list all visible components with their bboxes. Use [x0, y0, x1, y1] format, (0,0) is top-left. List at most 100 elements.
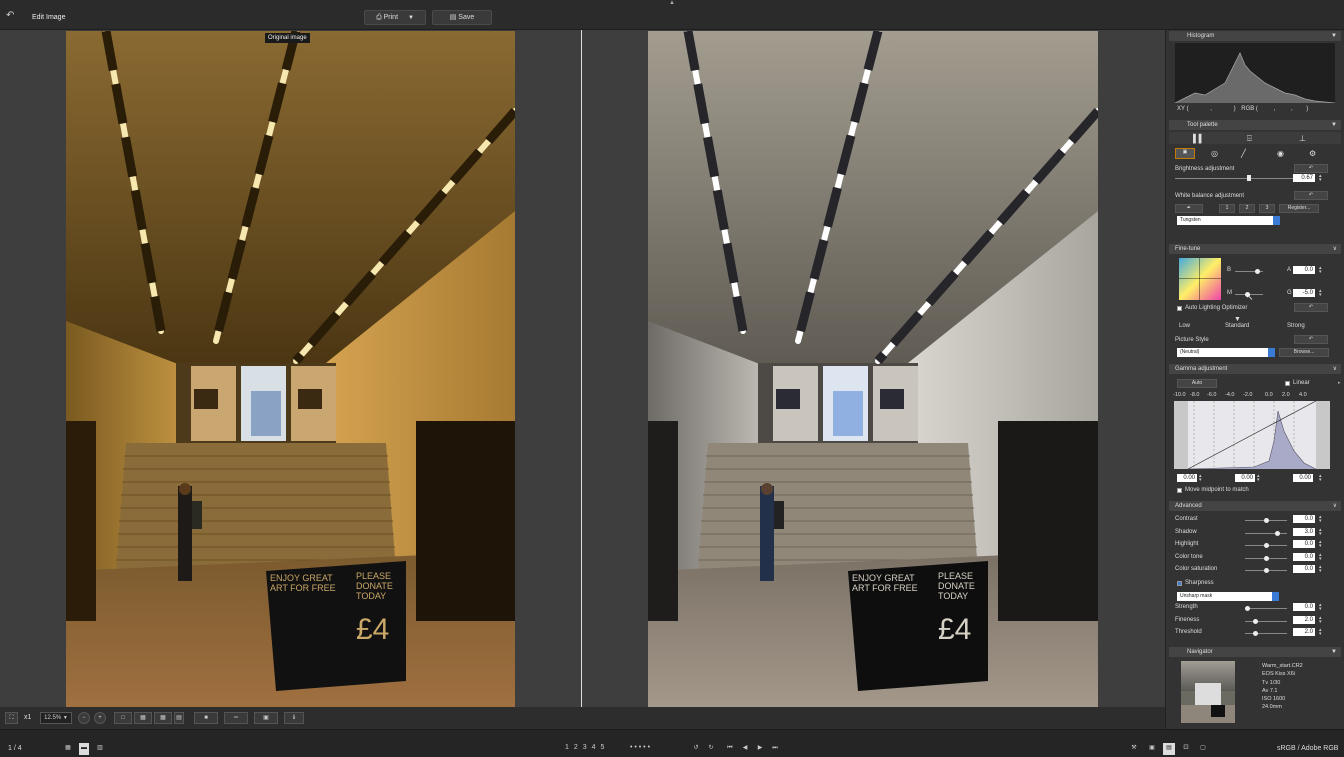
print-button[interactable]: ⎙ Print ▼ — [364, 10, 426, 25]
adjust-slider[interactable] — [1245, 518, 1287, 523]
stepper-icon[interactable]: ▴ ▾ — [1319, 266, 1323, 275]
adjust-slider-knob[interactable] — [1245, 606, 1250, 611]
adjust-slider[interactable] — [1245, 618, 1287, 624]
stepper-icon[interactable]: ▴ ▾ — [1319, 474, 1323, 483]
camera-icon[interactable]: ▢ — [1197, 743, 1209, 755]
brightness-stepper-icon[interactable]: ▴ ▾ — [1319, 174, 1323, 183]
zoom-out-icon[interactable]: − — [78, 712, 90, 724]
sharpness-mode-select[interactable]: Unsharp mask — [1177, 592, 1279, 601]
compare-divider[interactable] — [581, 30, 582, 707]
move-midpoint-checkbox[interactable] — [1177, 488, 1182, 493]
adjust-value[interactable]: 0.0 — [1293, 565, 1315, 573]
adjust-value[interactable]: 0.0 — [1293, 515, 1315, 523]
back-icon[interactable]: ↶ — [6, 11, 18, 21]
collapse-panel-icon[interactable]: ▸ — [1338, 380, 1341, 386]
stepper-icon[interactable]: ▴ ▾ — [1319, 615, 1323, 625]
single-view-icon[interactable]: ▬ — [79, 743, 89, 755]
white-balance-reset-icon[interactable]: ↶ — [1294, 191, 1328, 200]
brightness-reset-icon[interactable]: ↶ — [1294, 164, 1328, 173]
gamma-auto-button[interactable]: Auto — [1177, 379, 1217, 388]
linear-checkbox[interactable] — [1285, 381, 1290, 386]
fine-tune-ba-slider[interactable] — [1235, 269, 1263, 274]
adjust-slider-knob[interactable] — [1264, 568, 1269, 573]
brightness-knob[interactable] — [1247, 175, 1251, 181]
gamma-graph[interactable] — [1174, 401, 1330, 469]
adjust-slider-knob[interactable] — [1264, 518, 1269, 523]
stepper-icon[interactable]: ▴ ▾ — [1319, 527, 1323, 537]
adjust-slider[interactable] — [1245, 631, 1287, 636]
settings-tab-icon[interactable]: ⚙ — [1309, 149, 1316, 158]
layout-icon[interactable]: ▣ — [1146, 743, 1158, 755]
next-image-icon[interactable]: ▶ — [754, 743, 766, 755]
brightness-value[interactable]: 0.67 — [1293, 174, 1315, 182]
compare-tool-icon[interactable]: ▌▌ — [1193, 134, 1204, 143]
lens-tab-icon[interactable]: ◉ — [1277, 149, 1284, 158]
histogram-toggle-icon[interactable]: ▤ — [1163, 743, 1175, 755]
adjust-slider[interactable] — [1245, 530, 1287, 536]
adjust-value[interactable]: 0.0 — [1293, 603, 1315, 611]
last-image-icon[interactable]: ⏭ — [769, 743, 781, 755]
stepper-icon[interactable]: ▴ ▾ — [1319, 540, 1323, 549]
adjust-slider[interactable] — [1245, 568, 1287, 573]
tone-curve-tab-icon[interactable]: ◎ — [1211, 149, 1218, 158]
rating-5[interactable]: 5 — [600, 744, 604, 751]
stepper-icon[interactable]: ▴ ▾ — [1199, 474, 1203, 483]
eyedropper-icon[interactable]: ✒ — [1175, 204, 1203, 213]
grid-options-icon[interactable]: ▦ — [154, 712, 172, 724]
fit-screen-icon[interactable]: ⛶ — [5, 712, 18, 724]
alo-level-marker-icon[interactable]: ▼ — [1234, 316, 1241, 323]
afpoint-icon[interactable]: □ — [114, 712, 132, 724]
rating-2[interactable]: 2 — [574, 744, 578, 751]
stepper-icon[interactable]: ▴ ▾ — [1319, 289, 1323, 298]
tool-palette-header[interactable]: Tool palette ▼ — [1169, 120, 1341, 130]
adjust-slider[interactable] — [1245, 543, 1287, 548]
collapse-handle-icon[interactable]: ▲ — [669, 0, 675, 6]
brightness-slider[interactable] — [1175, 175, 1295, 181]
stepper-icon[interactable]: ▴ ▾ — [1319, 552, 1323, 562]
browse-button[interactable]: Browse... — [1279, 348, 1329, 357]
crop-icon[interactable]: ⌹ — [1247, 134, 1252, 144]
wb-preset-2-button[interactable]: 2 — [1239, 204, 1255, 213]
stepper-icon[interactable]: ▴ ▾ — [1257, 474, 1261, 483]
white-balance-select[interactable]: Tungsten — [1177, 216, 1280, 225]
stamp-icon[interactable]: ⊥ — [1299, 134, 1306, 143]
sharpness-checkbox[interactable] — [1177, 581, 1182, 586]
stepper-icon[interactable]: ▴ ▾ — [1319, 603, 1323, 612]
advanced-header[interactable]: Advanced ∨ — [1169, 501, 1341, 511]
fine-tune-ba-knob[interactable] — [1255, 269, 1260, 274]
fine-tune-a-value[interactable]: 0.0 — [1293, 266, 1315, 274]
gamma-header[interactable]: Gamma adjustment ∨ — [1169, 364, 1341, 374]
first-image-icon[interactable]: ⏮ — [724, 743, 736, 755]
adjust-value[interactable]: 0.0 — [1293, 552, 1315, 561]
basic-adjust-tab-icon[interactable]: ▣ — [1175, 148, 1195, 159]
adjust-slider-knob[interactable] — [1252, 618, 1258, 624]
list-view-icon[interactable]: ▥ — [95, 743, 105, 755]
adjust-value[interactable]: 2.0 — [1293, 628, 1315, 636]
adjust-slider-knob[interactable] — [1275, 530, 1281, 536]
rotate-right-icon[interactable]: ↻ — [705, 743, 717, 755]
info-icon[interactable]: ℹ — [284, 712, 304, 724]
gamma-midpoint[interactable]: 0.00 — [1235, 474, 1255, 482]
adjust-slider-knob[interactable] — [1252, 631, 1258, 636]
adjust-slider[interactable] — [1245, 555, 1287, 561]
picture-style-reset-icon[interactable]: ↶ — [1294, 335, 1328, 344]
save-button[interactable]: ▤ Save — [432, 10, 492, 25]
split-view-icon[interactable]: ═ — [224, 712, 248, 724]
rotate-left-icon[interactable]: ↺ — [690, 743, 702, 755]
display-options-icon[interactable]: ▣ — [254, 712, 278, 724]
adjust-value[interactable]: 3.0 — [1293, 527, 1315, 536]
stepper-icon[interactable]: ▴ ▾ — [1319, 515, 1323, 524]
fine-tune-g-value[interactable]: -5.0 — [1293, 289, 1315, 297]
adjust-slider-knob[interactable] — [1264, 555, 1269, 561]
adjust-slider[interactable] — [1245, 606, 1287, 611]
stepper-icon[interactable]: ▴ ▾ — [1319, 565, 1323, 574]
histogram-header[interactable]: Histogram ▼ — [1169, 31, 1341, 41]
prev-image-icon[interactable]: ◀ — [739, 743, 751, 755]
star-rating-dots[interactable]: • • • • • — [630, 744, 650, 751]
compare-icon[interactable]: ⚀ — [1180, 743, 1192, 755]
zoom-in-icon[interactable]: + — [94, 712, 106, 724]
alo-reset-icon[interactable]: ↶ — [1294, 303, 1328, 312]
tool-icon[interactable]: ⚒ — [1128, 743, 1140, 755]
rating-4[interactable]: 4 — [592, 744, 596, 751]
adjust-value[interactable]: 2.0 — [1293, 615, 1315, 624]
